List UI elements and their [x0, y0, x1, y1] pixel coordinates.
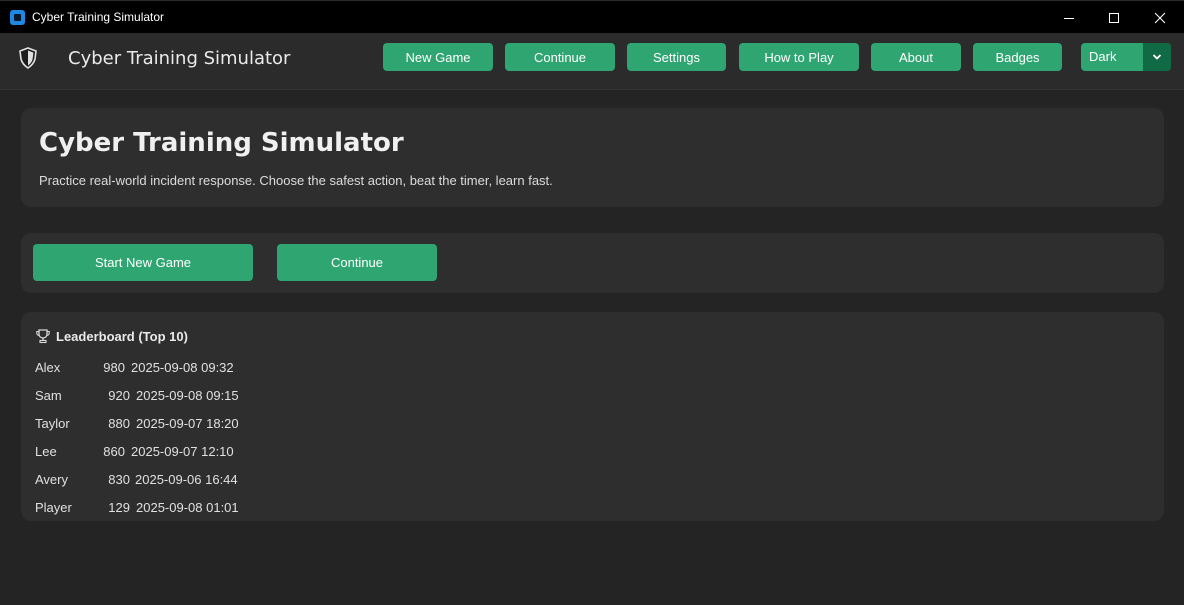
leaderboard-title: Leaderboard (Top 10) [56, 328, 188, 344]
player-name: Alex [35, 360, 61, 375]
leaderboard-row: Sam 920 2025-09-08 09:15 [21, 388, 421, 408]
app-title: Cyber Training Simulator [68, 48, 291, 69]
page-subtitle: Practice real-world incident response. C… [39, 173, 553, 188]
score-date: 2025-09-08 01:01 [136, 500, 239, 515]
leaderboard-card: Leaderboard (Top 10) Alex 980 2025-09-08… [21, 312, 1164, 521]
player-score: 980 [103, 360, 125, 375]
continue-button[interactable]: Continue [505, 43, 615, 71]
theme-select-value: Dark [1089, 49, 1117, 64]
score-date: 2025-09-08 09:32 [131, 360, 234, 375]
score-date: 2025-09-07 12:10 [131, 444, 234, 459]
new-game-button[interactable]: New Game [383, 43, 493, 71]
player-name: Player [35, 500, 72, 515]
start-new-game-button[interactable]: Start New Game [33, 244, 253, 281]
leaderboard-row: Player 129 2025-09-08 01:01 [21, 500, 421, 520]
app-header: Cyber Training Simulator New Game Contin… [0, 33, 1184, 90]
actions-card: Start New Game Continue [21, 233, 1164, 293]
player-name: Avery [35, 472, 68, 487]
theme-select[interactable]: Dark [1081, 43, 1171, 71]
player-score: 920 [108, 388, 130, 403]
maximize-icon[interactable] [1091, 1, 1137, 34]
shield-icon [18, 47, 38, 69]
badges-button[interactable]: Badges [973, 43, 1062, 71]
leaderboard-row: Taylor 880 2025-09-07 18:20 [21, 416, 421, 436]
player-score: 880 [108, 416, 130, 431]
score-date: 2025-09-06 16:44 [135, 472, 238, 487]
page-title: Cyber Training Simulator [39, 128, 404, 158]
trophy-icon [36, 329, 50, 344]
player-name: Lee [35, 444, 57, 459]
window-titlebar: Cyber Training Simulator [0, 0, 1184, 33]
leaderboard-header: Leaderboard (Top 10) [35, 328, 188, 344]
minimize-icon[interactable] [1046, 1, 1092, 34]
chevron-down-icon[interactable] [1143, 43, 1171, 71]
player-score: 860 [103, 444, 125, 459]
close-icon[interactable] [1137, 1, 1183, 34]
player-name: Taylor [35, 416, 70, 431]
leaderboard-row: Avery 830 2025-09-06 16:44 [21, 472, 421, 492]
about-button[interactable]: About [871, 43, 961, 71]
player-score: 129 [108, 500, 130, 515]
player-score: 830 [108, 472, 130, 487]
continue-game-button[interactable]: Continue [277, 244, 437, 281]
how-to-play-button[interactable]: How to Play [739, 43, 859, 71]
score-date: 2025-09-07 18:20 [136, 416, 239, 431]
leaderboard-row: Alex 980 2025-09-08 09:32 [21, 360, 421, 380]
settings-button[interactable]: Settings [627, 43, 726, 71]
app-icon [10, 10, 25, 25]
hero-card: Cyber Training Simulator Practice real-w… [21, 108, 1164, 207]
leaderboard-row: Lee 860 2025-09-07 12:10 [21, 444, 421, 464]
window-title: Cyber Training Simulator [32, 10, 165, 24]
player-name: Sam [35, 388, 62, 403]
score-date: 2025-09-08 09:15 [136, 388, 239, 403]
